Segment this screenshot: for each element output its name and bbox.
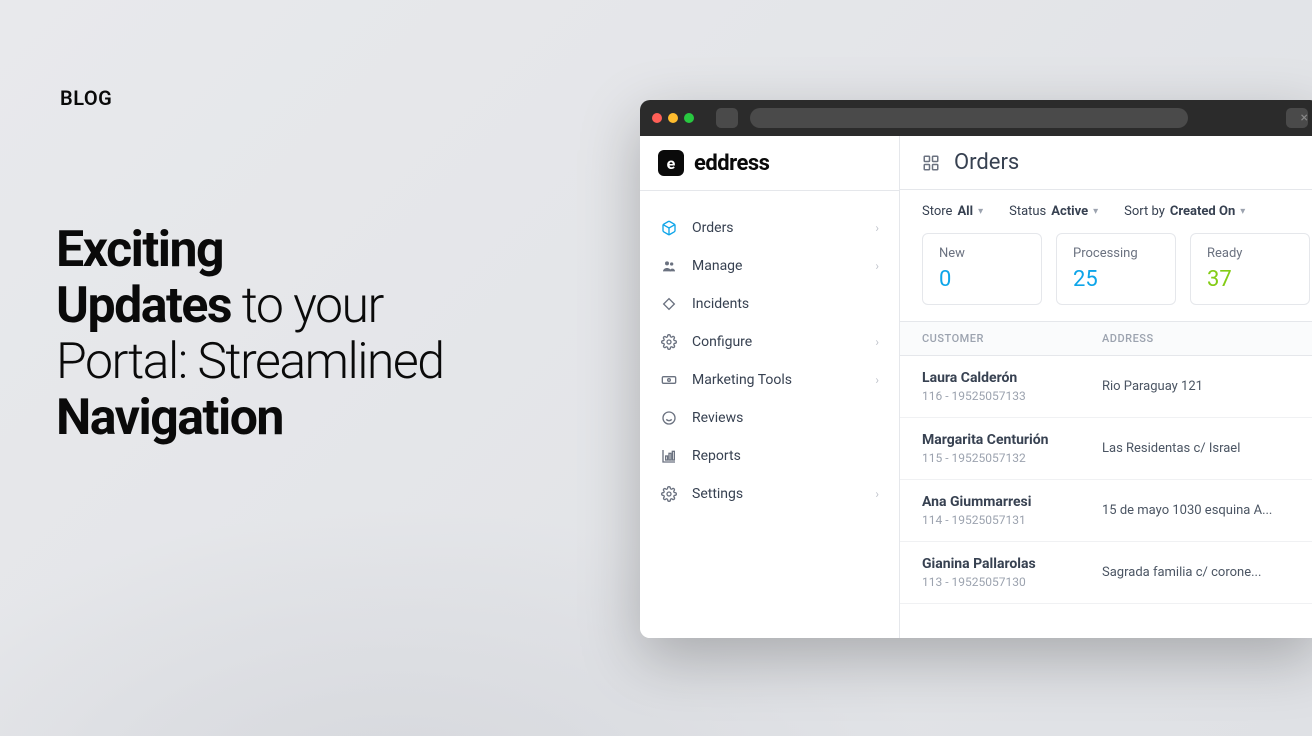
table-row[interactable]: Gianina Pallarolas 113 - 19525057130Sagra… — [900, 542, 1312, 604]
table-row[interactable]: Ana Giummarresi 114 - 1952505713115 de ma… — [900, 480, 1312, 542]
chevron-right-icon: › — [875, 259, 879, 273]
brand[interactable]: e eddress — [640, 136, 899, 191]
card-value: 0 — [939, 267, 1025, 292]
sidebar-item-manage[interactable]: Manage › — [640, 247, 899, 285]
cube-icon — [660, 219, 678, 237]
traffic-lights[interactable] — [652, 113, 694, 123]
tag-icon — [660, 295, 678, 313]
card-label: New — [939, 246, 1025, 261]
sidebar-item-label: Incidents — [692, 296, 749, 312]
browser-chrome: × — [640, 100, 1312, 136]
page-category-label: BLOG — [60, 86, 112, 110]
address-cell: Las Residentas c/ Israel — [1102, 441, 1298, 456]
card-value: 25 — [1073, 267, 1159, 292]
customer-cell: Laura Calderón 116 - 19525057133 — [922, 370, 1102, 403]
sidebar-item-reports[interactable]: Reports — [640, 437, 899, 475]
table-header: CUSTOMER ADDRESS — [900, 321, 1312, 356]
chevron-right-icon: › — [875, 335, 879, 349]
sidebar-item-label: Reviews — [692, 410, 743, 426]
customer-id: 115 - 19525057132 — [922, 451, 1102, 465]
status-card-processing[interactable]: Processing 25 — [1056, 233, 1176, 305]
grid-icon — [922, 154, 940, 172]
table-body: Laura Calderón 116 - 19525057133Rio Parag… — [900, 356, 1312, 604]
users-icon — [660, 257, 678, 275]
chevron-down-icon: ▾ — [1093, 206, 1098, 217]
maximize-dot[interactable] — [684, 113, 694, 123]
filters-bar: Store All ▾ Status Active ▾ Sort by Crea… — [900, 190, 1312, 233]
customer-cell: Ana Giummarresi 114 - 19525057131 — [922, 494, 1102, 527]
sidebar-item-label: Configure — [692, 334, 752, 350]
address-cell: 15 de mayo 1030 esquina A... — [1102, 503, 1298, 518]
customer-name: Gianina Pallarolas — [922, 556, 1102, 572]
customer-name: Ana Giummarresi — [922, 494, 1102, 510]
app-shell: e eddress Orders › Manage › Incidents Configu… — [640, 136, 1312, 638]
brand-name: eddress — [694, 151, 770, 176]
sidebar-item-reviews[interactable]: Reviews — [640, 399, 899, 437]
status-card-ready[interactable]: Ready 37 — [1190, 233, 1310, 305]
sidebar: e eddress Orders › Manage › Incidents Configu… — [640, 136, 900, 638]
filter-store[interactable]: Store All ▾ — [922, 204, 983, 219]
close-icon[interactable]: × — [1301, 110, 1308, 126]
card-value: 37 — [1207, 267, 1293, 292]
customer-name: Margarita Centurión — [922, 432, 1102, 448]
status-card-new[interactable]: New 0 — [922, 233, 1042, 305]
customer-cell: Margarita Centurión 115 - 19525057132 — [922, 432, 1102, 465]
sidebar-item-marketing-tools[interactable]: Marketing Tools › — [640, 361, 899, 399]
customer-id: 113 - 19525057130 — [922, 575, 1102, 589]
table-row[interactable]: Margarita Centurión 115 - 19525057132Las … — [900, 418, 1312, 480]
sidebar-item-settings[interactable]: Settings › — [640, 475, 899, 513]
table-row[interactable]: Laura Calderón 116 - 19525057133Rio Parag… — [900, 356, 1312, 418]
customer-id: 114 - 19525057131 — [922, 513, 1102, 527]
address-bar[interactable] — [750, 108, 1188, 128]
gear-icon — [660, 485, 678, 503]
cash-icon — [660, 371, 678, 389]
filter-status[interactable]: Status Active ▾ — [1009, 204, 1098, 219]
chevron-right-icon: › — [875, 373, 879, 387]
chevron-right-icon: › — [875, 487, 879, 501]
card-label: Ready — [1207, 246, 1293, 261]
logo-icon: e — [658, 150, 684, 176]
col-customer: CUSTOMER — [922, 332, 1102, 345]
close-dot[interactable] — [652, 113, 662, 123]
minimize-dot[interactable] — [668, 113, 678, 123]
chevron-down-icon: ▾ — [1240, 206, 1245, 217]
customer-name: Laura Calderón — [922, 370, 1102, 386]
browser-window: × e eddress Orders › Manage › Incidents Confi… — [640, 100, 1312, 638]
nav: Orders›Manage›IncidentsConfigure›Marketi… — [640, 191, 899, 531]
sidebar-item-label: Reports — [692, 448, 741, 464]
chevron-down-icon: ▾ — [978, 206, 983, 217]
sidebar-item-label: Marketing Tools — [692, 372, 792, 388]
smile-icon — [660, 409, 678, 427]
col-address: ADDRESS — [1102, 332, 1298, 345]
status-cards: New 0 Processing 25 Ready 37 — [900, 233, 1312, 321]
browser-shield-icon — [716, 108, 738, 128]
filter-sort[interactable]: Sort by Created On ▾ — [1124, 204, 1245, 219]
sidebar-item-label: Orders — [692, 220, 734, 236]
customer-id: 116 - 19525057133 — [922, 389, 1102, 403]
chart-icon — [660, 447, 678, 465]
sidebar-item-orders[interactable]: Orders › — [640, 209, 899, 247]
address-cell: Sagrada familia c/ corone... — [1102, 565, 1298, 580]
address-cell: Rio Paraguay 121 — [1102, 379, 1298, 394]
customer-cell: Gianina Pallarolas 113 - 19525057130 — [922, 556, 1102, 589]
sidebar-item-configure[interactable]: Configure › — [640, 323, 899, 361]
card-label: Processing — [1073, 246, 1159, 261]
page-title: Orders — [954, 150, 1019, 175]
main-header: Orders — [900, 136, 1312, 190]
headline: Exciting Updates to your Portal: Streaml… — [56, 222, 576, 446]
sidebar-item-incidents[interactable]: Incidents — [640, 285, 899, 323]
sidebar-item-label: Manage — [692, 258, 742, 274]
gear-icon — [660, 333, 678, 351]
sidebar-item-label: Settings — [692, 486, 743, 502]
main-panel: Orders Store All ▾ Status Active ▾ Sort … — [900, 136, 1312, 638]
chevron-right-icon: › — [875, 221, 879, 235]
